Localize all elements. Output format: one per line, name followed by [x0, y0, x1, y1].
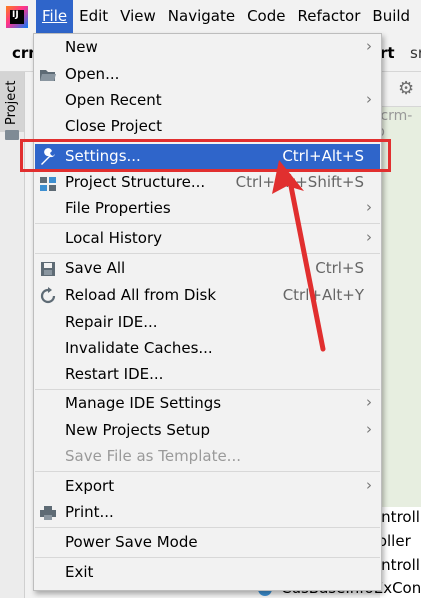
annotation-arrow: [272, 160, 326, 352]
